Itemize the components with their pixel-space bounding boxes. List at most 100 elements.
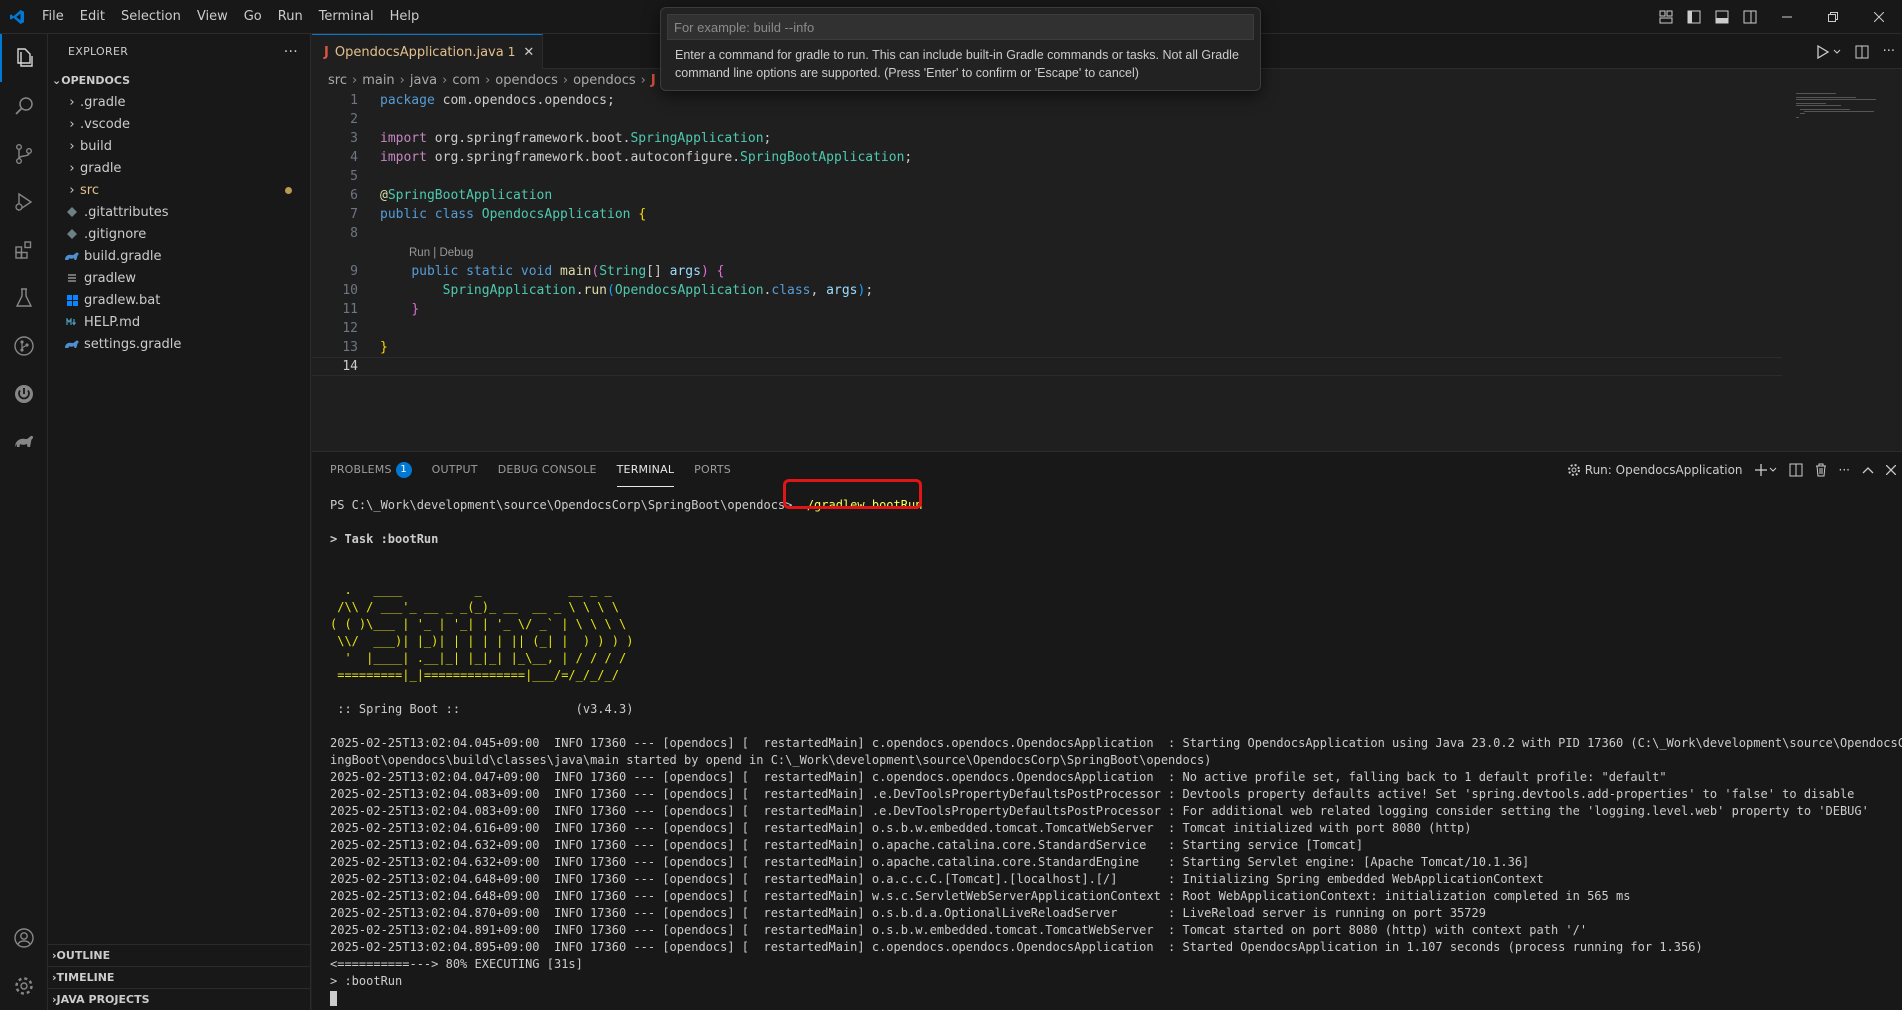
windows-file-icon	[64, 294, 80, 306]
terminal-output[interactable]: PS C:\_Work\development\source\OpendocsC…	[330, 487, 1902, 1010]
extensions-icon[interactable]	[0, 226, 48, 274]
panel-more-icon[interactable]: ···	[1839, 463, 1850, 477]
testing-icon[interactable]	[0, 274, 48, 322]
log-line: 2025-02-25T13:02:04.632+09:00 INFO 17360…	[330, 855, 1530, 869]
chevron-right-icon: ›	[69, 182, 75, 198]
run-debug-icon[interactable]	[0, 178, 48, 226]
code-line: 11 }	[342, 302, 420, 317]
terminal-instance[interactable]: Run: OpendocsApplication	[1567, 463, 1743, 477]
new-terminal-icon[interactable]	[1754, 463, 1767, 476]
minimap[interactable]	[1792, 91, 1902, 171]
toggle-primary-sidebar-icon[interactable]	[1683, 6, 1705, 28]
code-line: 2	[350, 112, 358, 127]
tab-ports[interactable]: PORTS	[694, 452, 731, 487]
menu-view[interactable]: View	[189, 0, 236, 34]
tab-problems[interactable]: PROBLEMS 1	[330, 452, 412, 487]
customize-layout-icon[interactable]	[1655, 6, 1677, 28]
tree-item-build[interactable]: › build	[48, 135, 310, 157]
terminal-prompt-line: PS C:\_Work\development\source\OpendocsC…	[330, 498, 923, 512]
tree-item-src[interactable]: › src	[48, 179, 310, 201]
breadcrumb-opendocs-2[interactable]: opendocs	[573, 73, 636, 88]
split-terminal-icon[interactable]	[1789, 463, 1803, 477]
menu-go[interactable]: Go	[236, 0, 270, 34]
minimize-icon[interactable]	[1764, 0, 1810, 34]
tree-item-settings-gradle[interactable]: settings.gradle	[48, 333, 310, 355]
tree-item-gitattributes[interactable]: .gitattributes	[48, 201, 310, 223]
spring-boot-version-line: :: Spring Boot :: (v3.4.3)	[330, 702, 634, 716]
log-line: 2025-02-25T13:02:04.870+09:00 INFO 17360…	[330, 906, 1486, 920]
git-graph-icon[interactable]	[0, 322, 48, 370]
gradle-icon[interactable]	[0, 418, 48, 466]
problems-badge: 1	[395, 461, 412, 478]
code-line: 9 public static void main(String[] args)…	[350, 264, 725, 279]
spring-banner-line: /\\ / ___'_ __ _ _(_)_ __ __ _ \ \ \ \	[330, 600, 619, 614]
tree-item-build-gradle[interactable]: build.gradle	[48, 245, 310, 267]
search-icon[interactable]	[0, 82, 48, 130]
java-projects-section[interactable]: › JAVA PROJECTS	[48, 988, 311, 1010]
run-java-icon[interactable]	[1816, 44, 1830, 59]
gradle-command-input[interactable]	[667, 14, 1254, 40]
close-tab-icon[interactable]: ✕	[523, 45, 534, 60]
text-file-icon	[64, 273, 80, 283]
menu-bar: File Edit Selection View Go Run Terminal…	[34, 0, 427, 34]
code-line: 6 @SpringBootApplication	[350, 188, 553, 203]
tab-terminal[interactable]: TERMINAL	[616, 452, 675, 487]
more-actions-icon[interactable]: ···	[1883, 44, 1895, 59]
run-dropdown-chevron-icon[interactable]	[1833, 48, 1841, 56]
log-line: 2025-02-25T13:02:04.047+09:00 INFO 17360…	[330, 770, 1667, 784]
code-line: 12	[342, 321, 358, 336]
source-control-icon[interactable]	[0, 130, 48, 178]
breadcrumb-java[interactable]: java	[410, 73, 437, 88]
menu-edit[interactable]: Edit	[72, 0, 113, 34]
menu-terminal[interactable]: Terminal	[311, 0, 382, 34]
activity-bar	[0, 34, 48, 1010]
tab-opendocs-application[interactable]: J OpendocsApplication.java 1 ✕	[312, 34, 544, 69]
tree-item-help-md[interactable]: HELP.md	[48, 311, 310, 333]
manage-gear-icon[interactable]	[0, 962, 48, 1010]
tab-output[interactable]: OUTPUT	[432, 452, 478, 487]
java-file-icon: J	[650, 72, 656, 88]
chevron-down-icon: ⌄	[52, 73, 62, 87]
run-debug-codelens[interactable]: Run | Debug	[409, 247, 473, 259]
tree-item-gradlew[interactable]: gradlew	[48, 267, 310, 289]
breadcrumb-src[interactable]: src	[328, 73, 347, 88]
chevron-right-icon: ›	[69, 116, 75, 132]
log-line: 2025-02-25T13:02:04.632+09:00 INFO 17360…	[330, 838, 1364, 852]
tree-item-gradlew-bat[interactable]: gradlew.bat	[48, 289, 310, 311]
toggle-panel-icon[interactable]	[1711, 6, 1733, 28]
tab-problem-count: 1	[507, 45, 516, 59]
gradle-running-task-line: > :bootRun	[330, 974, 403, 988]
menu-help[interactable]: Help	[382, 0, 428, 34]
log-line: 2025-02-25T13:02:04.616+09:00 INFO 17360…	[330, 821, 1472, 835]
menu-selection[interactable]: Selection	[113, 0, 189, 34]
breadcrumb-main[interactable]: main	[362, 73, 394, 88]
breadcrumb-com[interactable]: com	[452, 73, 480, 88]
explorer-root-section[interactable]: ⌄ OPENDOCS	[48, 69, 310, 91]
tree-item-gitignore[interactable]: .gitignore	[48, 223, 310, 245]
outline-section[interactable]: › OUTLINE	[48, 944, 311, 966]
tree-item-dot-vscode[interactable]: › .vscode	[48, 113, 310, 135]
code-line: 1 package com.opendocs.opendocs;	[350, 93, 615, 108]
tree-item-dot-gradle[interactable]: › .gradle	[48, 91, 310, 113]
toggle-secondary-sidebar-icon[interactable]	[1739, 6, 1761, 28]
explorer-icon[interactable]	[0, 34, 48, 82]
close-panel-icon[interactable]	[1886, 464, 1896, 475]
log-line: 2025-02-25T13:02:04.083+09:00 INFO 17360…	[330, 787, 1855, 801]
spring-boot-dashboard-icon[interactable]	[0, 370, 48, 418]
maximize-panel-icon[interactable]	[1862, 466, 1874, 474]
close-window-icon[interactable]	[1856, 0, 1902, 34]
breadcrumb-opendocs[interactable]: opendocs	[495, 73, 558, 88]
log-line: ingBoot\opendocs\build\classes\java\main…	[330, 753, 1212, 767]
restore-icon[interactable]	[1810, 0, 1856, 34]
explorer-more-icon[interactable]: ···	[284, 44, 298, 60]
accounts-icon[interactable]	[0, 914, 48, 962]
timeline-section[interactable]: › TIMELINE	[48, 966, 311, 988]
code-editor[interactable]: 1 package com.opendocs.opendocs; 2 3 impor…	[312, 91, 1902, 451]
menu-run[interactable]: Run	[270, 0, 311, 34]
tab-debug-console[interactable]: DEBUG CONSOLE	[498, 452, 597, 487]
split-editor-icon[interactable]	[1855, 45, 1869, 59]
terminal-dropdown-chevron-icon[interactable]	[1769, 466, 1777, 474]
menu-file[interactable]: File	[34, 0, 72, 34]
kill-terminal-trash-icon[interactable]	[1815, 463, 1827, 477]
tree-item-gradle[interactable]: › gradle	[48, 157, 310, 179]
